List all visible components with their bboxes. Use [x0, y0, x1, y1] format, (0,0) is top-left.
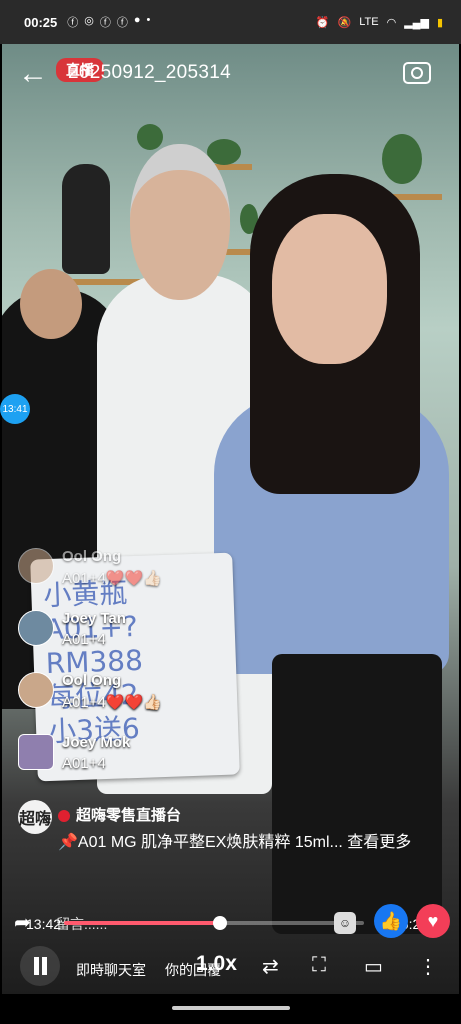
- current-time: 13:42: [26, 916, 62, 932]
- pinned-message[interactable]: 📌A01 MG 肌净平整EX焕肤精粹 15ml... 查看更多: [58, 830, 438, 856]
- battery-icon: ▮: [436, 16, 443, 29]
- avatar[interactable]: [18, 610, 54, 646]
- camera-icon[interactable]: [403, 62, 431, 84]
- more-options-icon[interactable]: ⋮: [418, 954, 438, 979]
- comment-item[interactable]: Ool Ong A01+4❤️❤️👍🏻: [18, 672, 162, 711]
- person-left-face: [20, 269, 82, 339]
- comment-text: A01+4: [62, 755, 106, 772]
- whiteboard-writing: 小黄瓶 A01+? RM388 每位42 小3送6: [43, 576, 146, 749]
- comment-item[interactable]: Ool Ong A01+4❤️❤️👍🏻: [18, 548, 162, 587]
- status-time: 00:25: [24, 14, 58, 30]
- seek-row: ➦ 留言...... 13:42 ☺ 26:24 👍 ♥: [0, 900, 461, 944]
- comment-author[interactable]: Ool Ong: [62, 548, 162, 565]
- avatar[interactable]: [18, 548, 54, 584]
- dot: •: [146, 14, 151, 26]
- video-title: 20250912_205314: [68, 62, 232, 83]
- mute-icon: 🔕: [337, 16, 352, 29]
- host-avatar[interactable]: 超嗨: [18, 800, 52, 834]
- repeat-off-icon[interactable]: ⇄: [262, 954, 279, 979]
- volte-icon: LTE: [359, 15, 379, 28]
- avatar[interactable]: [18, 734, 54, 770]
- host-name[interactable]: 超嗨零售直播台: [58, 804, 181, 825]
- comment-author[interactable]: Joey Mok: [62, 734, 130, 751]
- avatar[interactable]: [18, 672, 54, 708]
- pause-button[interactable]: [20, 946, 60, 986]
- comment-timestamp-bubble[interactable]: 13:41: [0, 394, 30, 424]
- person-host-face: [272, 214, 387, 364]
- plant-decor: [137, 124, 163, 150]
- signal-icon: ▂▄▆: [404, 16, 429, 29]
- chat-icon: ●: [133, 14, 141, 26]
- back-arrow-icon[interactable]: ←: [18, 57, 48, 91]
- person-host-pants: [272, 654, 442, 934]
- status-bar: 00:25 ⓕ ◎ ⓕ ⓕ ● • ⏰ 🔕 LTE ◠ ▂▄▆ ▮: [0, 0, 461, 44]
- comment-author[interactable]: Ool Ong: [62, 672, 162, 689]
- like-icon[interactable]: 👍: [374, 904, 408, 938]
- live-dot-icon: [58, 810, 70, 823]
- progress-fill: [64, 921, 220, 925]
- person-doctor-face: [130, 144, 230, 300]
- facebook-icon: ⓕ: [116, 17, 128, 29]
- tab-live-chat[interactable]: 即時聊天室: [76, 960, 146, 980]
- comment-text: A01+4❤️❤️👍🏻: [62, 570, 162, 587]
- host-name-label: 超嗨零售直播台: [76, 807, 182, 824]
- progress-thumb[interactable]: [213, 916, 227, 930]
- picture-in-picture-icon[interactable]: ▭: [364, 954, 383, 979]
- comment-item[interactable]: Joey Tan A01+4: [18, 610, 126, 648]
- wifi-icon: ◠: [386, 16, 397, 29]
- video-top-bar: ← 直播 20250912_205314: [0, 50, 461, 98]
- facebook-icon: ⓕ: [99, 17, 111, 29]
- home-indicator[interactable]: [172, 1006, 290, 1010]
- alarm-icon: ⏰: [315, 16, 330, 29]
- player-controls: 即時聊天室 你的回覆 1.0x ⇄ ⛶ ▭ ⋮: [0, 944, 461, 988]
- status-app-icons: ⓕ ◎ ⓕ ⓕ ● •: [67, 14, 150, 30]
- messenger-icon: ◎: [84, 15, 94, 27]
- comment-author[interactable]: Joey Tan: [62, 610, 126, 627]
- fullscreen-icon[interactable]: ⛶: [312, 954, 326, 977]
- status-system-icons: ⏰ 🔕 LTE ◠ ▂▄▆ ▮: [316, 16, 443, 29]
- plant-decor: [382, 134, 422, 184]
- comment-item[interactable]: Joey Mok A01+4: [18, 734, 130, 772]
- comment-text: A01+4: [62, 631, 106, 648]
- speed-button[interactable]: 1.0x: [196, 952, 237, 976]
- comment-text: A01+4❤️❤️👍🏻: [62, 694, 162, 711]
- progress-track[interactable]: [64, 916, 364, 930]
- facebook-icon: ⓕ: [67, 17, 79, 29]
- sticker-icon[interactable]: ☺: [334, 912, 356, 934]
- plush-toy: [62, 164, 110, 274]
- love-icon[interactable]: ♥: [416, 904, 450, 938]
